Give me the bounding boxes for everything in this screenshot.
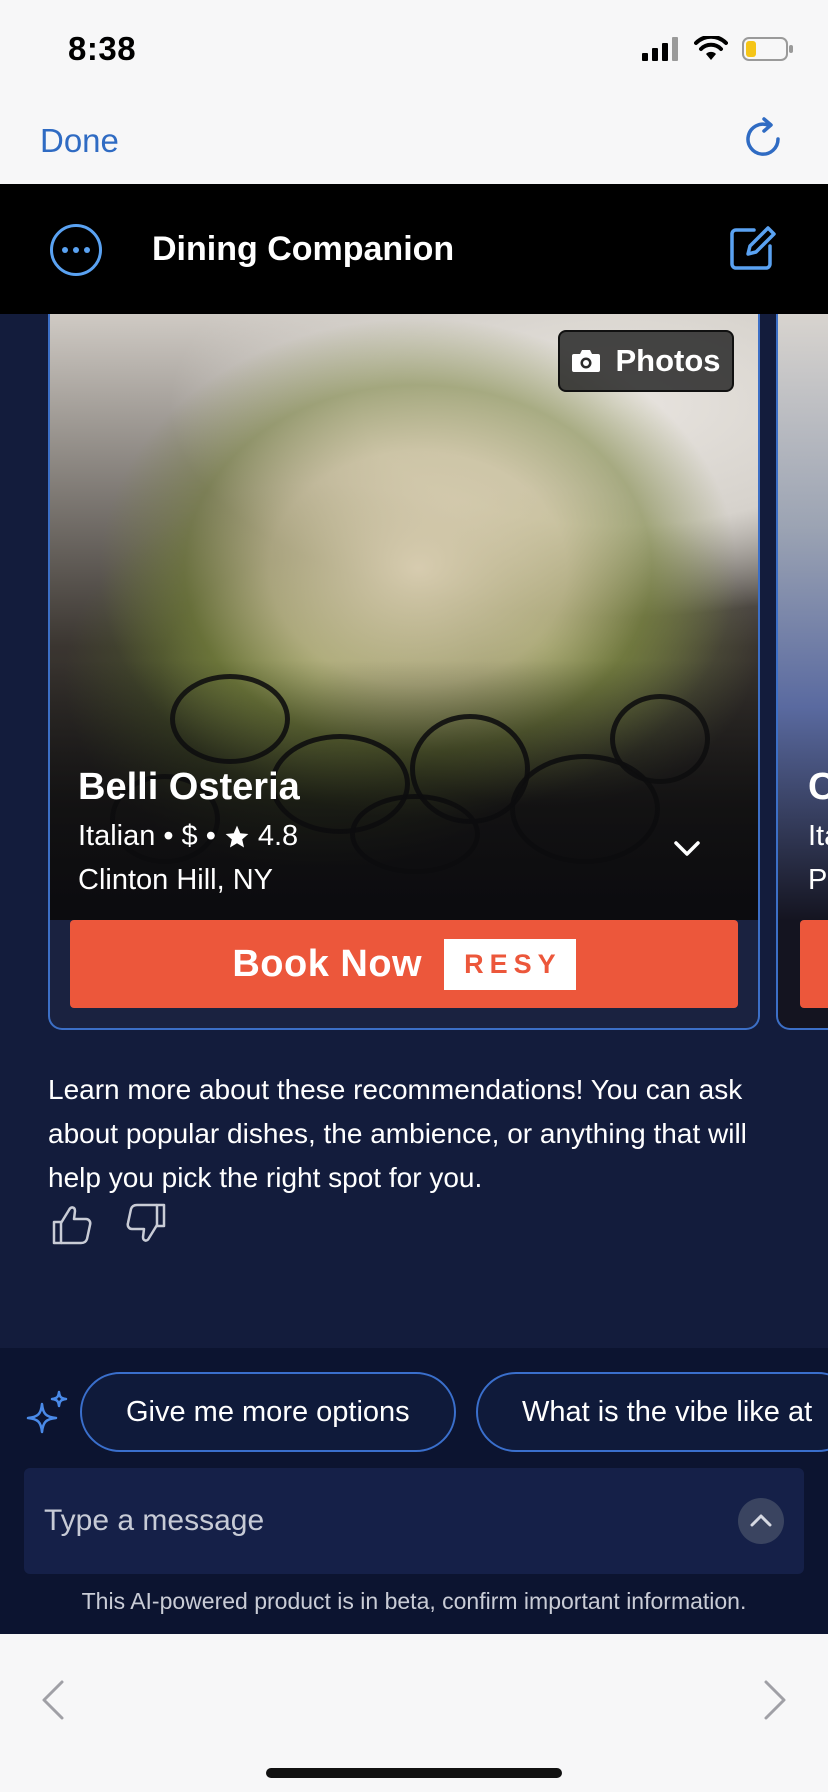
next-book-button[interactable] xyxy=(800,920,828,1008)
suggestion-chip[interactable]: Give me more options xyxy=(80,1372,456,1452)
assistant-message: Learn more about these recommendations! … xyxy=(48,1074,747,1193)
restaurant-card-next[interactable]: C Ita P xyxy=(776,314,828,1030)
battery-icon xyxy=(742,37,793,61)
restaurant-price: $ xyxy=(181,820,198,852)
next-restaurant-location: P xyxy=(808,864,828,896)
message-input[interactable] xyxy=(44,1468,724,1574)
browser-bottom-bar xyxy=(0,1634,828,1792)
beta-disclaimer: This AI-powered product is in beta, conf… xyxy=(81,1588,747,1614)
compose-icon[interactable] xyxy=(728,224,776,272)
sparkle-icon xyxy=(26,1390,68,1434)
star-icon xyxy=(225,825,249,848)
composer-area: Give me more options What is the vibe li… xyxy=(0,1348,828,1634)
restaurant-location: Clinton Hill, NY xyxy=(78,864,273,896)
next-restaurant-name: C xyxy=(808,766,828,809)
photos-label: Photos xyxy=(615,343,721,378)
chat-header: Dining Companion xyxy=(0,184,828,314)
wifi-icon xyxy=(694,36,728,60)
thumbs-down-icon[interactable] xyxy=(124,1202,168,1246)
photos-button[interactable]: Photos xyxy=(558,330,734,392)
chat-body: Photos Belli Osteria Italian • $ • 4.8 C… xyxy=(0,314,828,1348)
restaurant-card[interactable]: Photos Belli Osteria Italian • $ • 4.8 C… xyxy=(48,314,760,1030)
restaurant-cuisine: Italian xyxy=(78,820,156,852)
camera-icon xyxy=(572,350,601,372)
restaurant-meta: Italian • $ • 4.8 xyxy=(78,820,298,853)
book-now-button[interactable]: Book Now RESY xyxy=(70,920,738,1008)
restaurant-name: Belli Osteria xyxy=(78,766,300,808)
signal-icon xyxy=(642,37,678,61)
back-arrow-icon[interactable] xyxy=(38,1678,68,1722)
refresh-icon[interactable] xyxy=(738,114,788,164)
done-button[interactable]: Done xyxy=(40,122,119,160)
chevron-down-icon[interactable] xyxy=(672,834,702,864)
book-now-label: Book Now xyxy=(232,942,423,985)
thumbs-up-icon[interactable] xyxy=(50,1202,94,1246)
home-indicator xyxy=(266,1768,562,1778)
meta-separator: • xyxy=(205,820,216,852)
forward-arrow-icon[interactable] xyxy=(760,1678,790,1722)
suggestion-chip[interactable]: What is the vibe like at xyxy=(476,1372,828,1452)
status-icons xyxy=(642,36,794,62)
ellipsis-circle-icon[interactable] xyxy=(50,224,102,276)
browser-top-nav: Done xyxy=(0,100,828,184)
restaurant-rating: 4.8 xyxy=(257,820,299,852)
status-time: 8:38 xyxy=(68,30,137,67)
chevron-up-icon xyxy=(750,1514,772,1527)
send-button[interactable] xyxy=(738,1498,784,1544)
resy-logo: RESY xyxy=(444,938,576,990)
status-bar: 8:38 xyxy=(0,0,828,100)
message-box xyxy=(24,1468,804,1574)
page-title: Dining Companion xyxy=(152,230,455,268)
meta-separator: • xyxy=(163,820,174,852)
next-restaurant-meta: Ita xyxy=(808,820,828,852)
